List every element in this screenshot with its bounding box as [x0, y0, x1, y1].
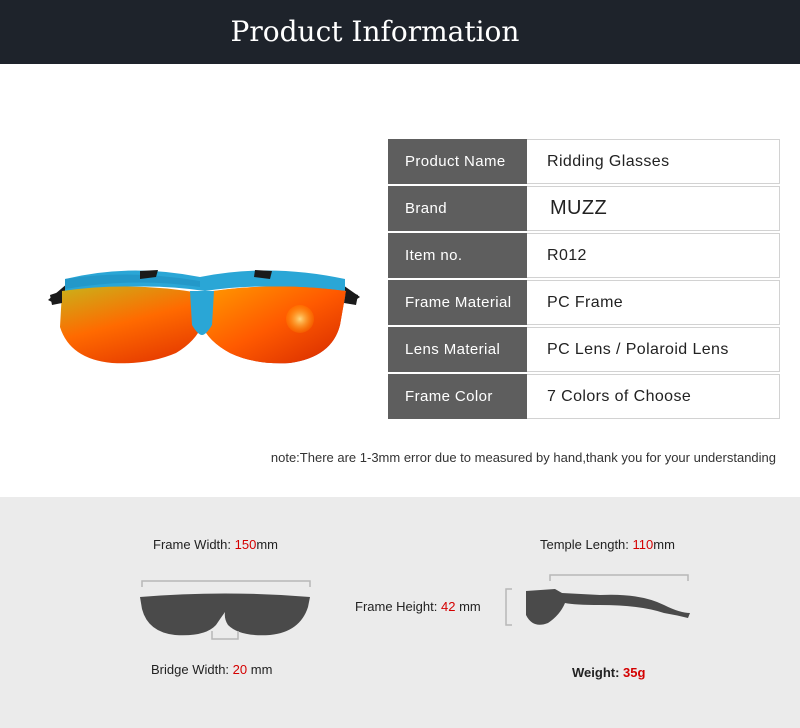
sunglasses-image [48, 270, 360, 364]
spec-key: Brand [388, 186, 527, 231]
spec-key: Item no. [388, 233, 527, 278]
frame-height-value: 42 [440, 599, 456, 614]
bridge-width-label: Bridge Width: 20 mm [151, 662, 272, 677]
spec-row-frame-color: Frame Color 7 Colors of Choose [388, 374, 780, 419]
measurement-note: note:There are 1-3mm error due to measur… [270, 450, 776, 465]
spec-value: Ridding Glasses [527, 139, 780, 184]
weight-text: Weight: [572, 665, 624, 680]
bridge-width-unit: mm [247, 662, 273, 677]
spec-row-item-no: Item no. R012 [388, 233, 780, 278]
spec-value: PC Lens / Polaroid Lens [527, 327, 780, 372]
spec-key: Frame Color [388, 374, 527, 419]
weight-value: 35g [623, 665, 646, 680]
bridge-width-value: 20 [232, 662, 248, 677]
spec-row-lens-material: Lens Material PC Lens / Polaroid Lens [388, 327, 780, 372]
spec-table: Product Name Ridding Glasses Brand MUZZ … [388, 139, 780, 421]
measurement-panel: Frame Width: 150mm Temple Length: 110mm … [0, 497, 800, 728]
header-bar: Product Information [0, 0, 800, 64]
page-title: Product Information [230, 15, 520, 48]
spec-row-frame-material: Frame Material PC Frame [388, 280, 780, 325]
spec-value: 7 Colors of Choose [527, 374, 780, 419]
weight-label: Weight: 35g [572, 665, 645, 680]
frame-height-unit: mm [455, 599, 481, 614]
spec-value: R012 [527, 233, 780, 278]
frame-height-text: Frame Height: [355, 599, 441, 614]
spec-key: Lens Material [388, 327, 527, 372]
spec-key: Frame Material [388, 280, 527, 325]
spec-row-product-name: Product Name Ridding Glasses [388, 139, 780, 184]
spec-key: Product Name [388, 139, 527, 184]
spec-value: PC Frame [527, 280, 780, 325]
frame-height-label: Frame Height: 42 mm [355, 599, 481, 614]
spec-value: MUZZ [527, 186, 780, 231]
bridge-width-text: Bridge Width: [151, 662, 233, 677]
spec-row-brand: Brand MUZZ [388, 186, 780, 231]
